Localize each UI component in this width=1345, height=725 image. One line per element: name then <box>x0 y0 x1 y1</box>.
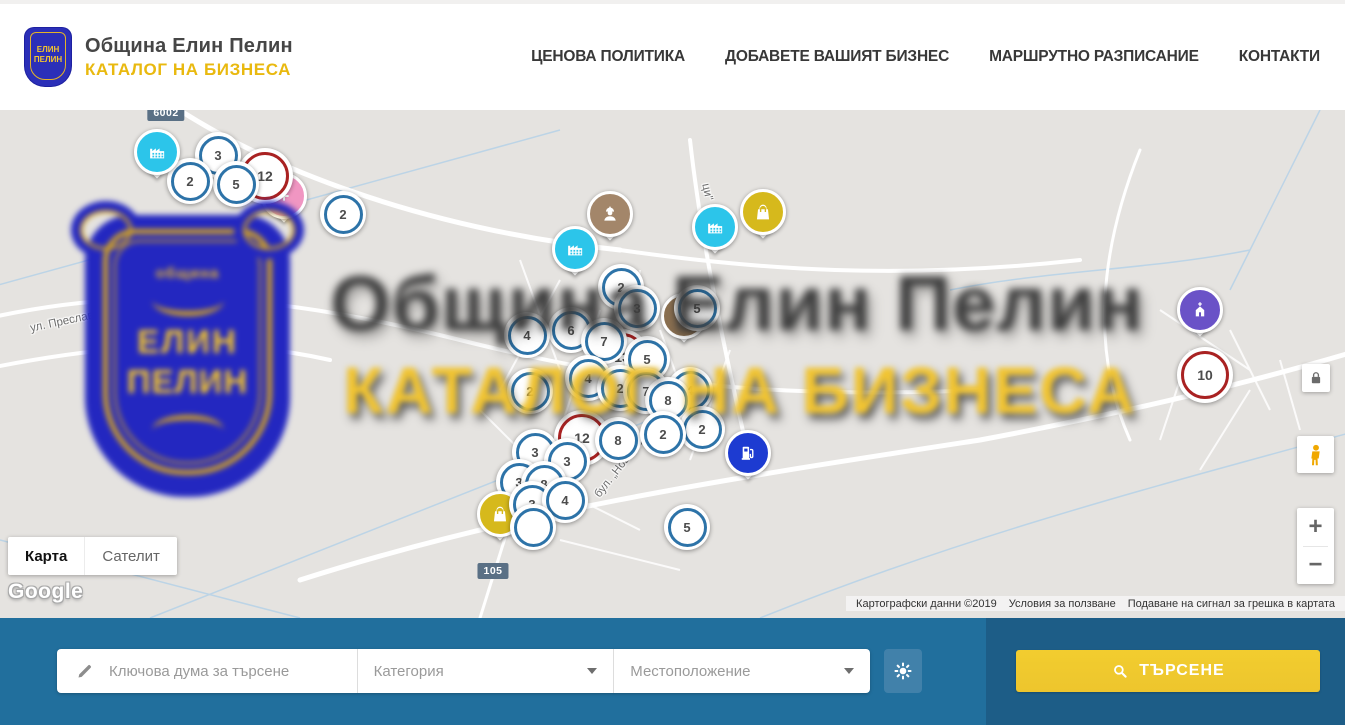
search-button[interactable]: ТЪРСЕНЕ <box>1016 650 1320 692</box>
nav-route-schedule[interactable]: МАРШРУТНО РАЗПИСАНИЕ <box>989 48 1199 66</box>
map-cluster-marker[interactable]: 2 <box>507 368 553 414</box>
pencil-icon <box>75 661 95 681</box>
nav-contacts[interactable]: КОНТАКТИ <box>1239 48 1320 66</box>
nav-add-your-business[interactable]: ДОБАВЕТЕ ВАШИЯТ БИЗНЕС <box>725 48 949 66</box>
road-shield-label: 6002 <box>147 110 184 121</box>
map-pin-factory-marker[interactable] <box>692 204 738 250</box>
advanced-settings-button[interactable] <box>884 649 922 693</box>
attribution-terms-link[interactable]: Условия за ползване <box>1003 598 1122 610</box>
nav-pricing-policy[interactable]: ЦЕНОВА ПОЛИТИКА <box>531 48 685 66</box>
google-logo[interactable]: Google <box>8 580 83 604</box>
header: ЕЛИН ПЕЛИН Община Елин Пелин КАТАЛОГ НА … <box>0 0 1345 110</box>
map-cluster-marker[interactable]: 10 <box>1177 347 1233 403</box>
street-view-pegman-button[interactable] <box>1297 436 1334 473</box>
map-type-satellite-button[interactable]: Сателит <box>84 537 177 575</box>
map-pin-factory-marker[interactable] <box>134 129 180 175</box>
map-pin-fuel-marker[interactable] <box>725 430 771 476</box>
pegman-icon <box>1303 442 1329 468</box>
map-cluster-marker[interactable]: 4 <box>504 312 550 358</box>
gear-icon <box>892 660 914 682</box>
map-pin-bag-marker[interactable] <box>740 189 786 235</box>
main-nav: ЦЕНОВА ПОЛИТИКА ДОБАВЕТЕ ВАШИЯТ БИЗНЕС М… <box>531 48 1320 66</box>
map-cluster-marker[interactable]: 5 <box>674 285 720 331</box>
map-type-control: Карта Сателит <box>8 537 177 575</box>
map-canvas[interactable]: 6002105ул. Преславбул. „Новоселци" 12352… <box>0 110 1345 618</box>
map-cluster-marker[interactable]: 2 <box>320 191 366 237</box>
map-lock-button[interactable] <box>1302 364 1330 392</box>
site-title: Община Елин Пелин <box>85 35 293 58</box>
search-bar: Категория Местоположение ТЪРСЕНЕ <box>0 618 1345 725</box>
attribution-data: Картографски данни ©2019 <box>850 598 1003 610</box>
map-cluster-marker[interactable]: 8 <box>595 417 641 463</box>
lock-icon <box>1307 369 1325 387</box>
map-cluster-marker[interactable] <box>510 504 556 550</box>
chevron-down-icon <box>587 668 597 674</box>
municipality-crest-icon: ЕЛИН ПЕЛИН <box>25 28 71 86</box>
map-cluster-marker[interactable]: 5 <box>664 504 710 550</box>
map-cluster-marker[interactable]: 5 <box>213 161 259 207</box>
site-logo[interactable]: ЕЛИН ПЕЛИН Община Елин Пелин КАТАЛОГ НА … <box>25 28 293 86</box>
category-select[interactable]: Категория <box>357 649 614 693</box>
map-pin-factory-marker[interactable] <box>552 226 598 272</box>
attribution-report-link[interactable]: Подаване на сигнал за грешка в картата <box>1122 598 1341 610</box>
keyword-search-input[interactable] <box>107 662 341 681</box>
zoom-out-button[interactable]: − <box>1297 546 1334 584</box>
site-subtitle: КАТАЛОГ НА БИЗНЕСА <box>85 60 293 80</box>
location-select[interactable]: Местоположение <box>613 649 870 693</box>
chevron-down-icon <box>844 668 854 674</box>
road-shield-label: 105 <box>477 563 508 579</box>
zoom-control: + − <box>1297 508 1334 584</box>
map-cluster-marker[interactable]: 2 <box>640 411 686 457</box>
search-icon <box>1111 662 1129 680</box>
search-fields: Категория Местоположение <box>57 649 870 693</box>
map-attribution: Картографски данни ©2019 Условия за полз… <box>846 596 1345 611</box>
map-type-map-button[interactable]: Карта <box>8 537 84 575</box>
map-pin-church-marker[interactable] <box>1177 287 1223 333</box>
zoom-in-button[interactable]: + <box>1297 508 1334 546</box>
